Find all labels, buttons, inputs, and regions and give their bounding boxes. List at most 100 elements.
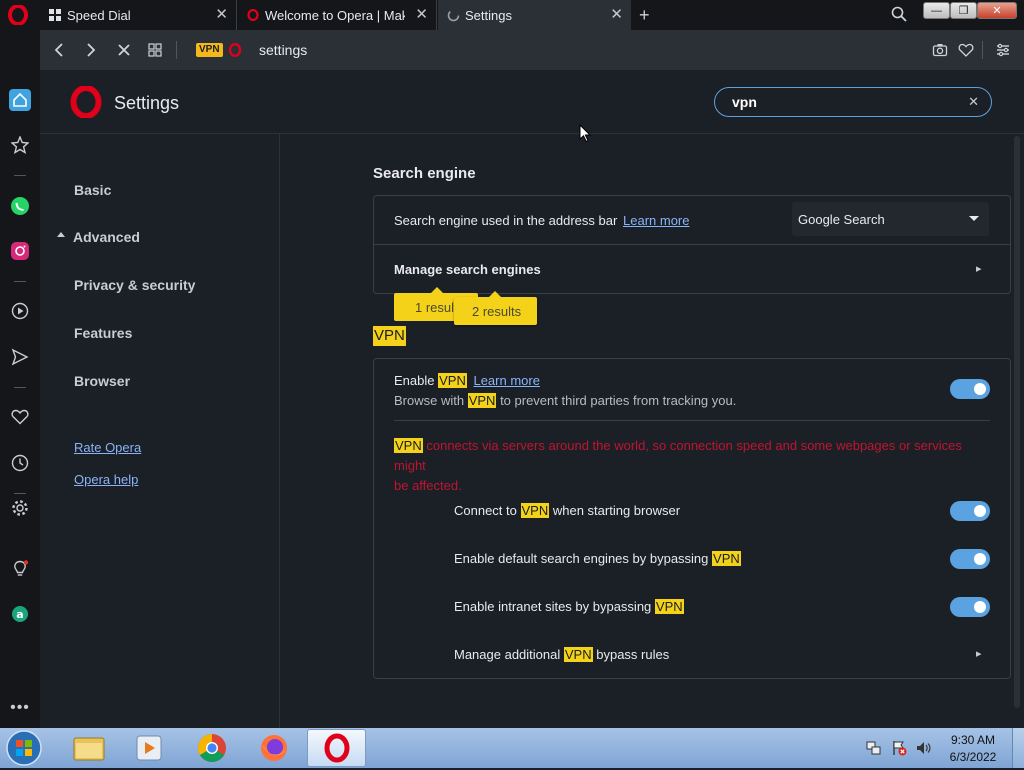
heart-bookmark-icon[interactable] [958, 42, 974, 58]
text: Browse with [394, 393, 465, 408]
nav-features[interactable]: Features [74, 325, 132, 341]
firefox-icon[interactable] [252, 731, 296, 765]
tab-welcome-opera[interactable]: Welcome to Opera | Make ✕ [238, 0, 437, 30]
nav-basic[interactable]: Basic [74, 182, 111, 198]
stop-icon[interactable] [114, 40, 134, 60]
manage-search-engines-label: Manage search engines [394, 262, 541, 277]
tray-action-center-icon[interactable] [891, 740, 907, 756]
clear-search-icon[interactable]: ✕ [968, 94, 979, 110]
search-engine-learn-more[interactable]: Learn more [623, 213, 689, 228]
home-icon[interactable] [8, 88, 32, 112]
search-engine-select[interactable]: Google Search [792, 202, 989, 236]
opera-page-icon [228, 42, 242, 58]
chevron-right-icon: ▸ [976, 263, 982, 275]
vpn-card: Enable VPN Learn more Browse with VPN to… [373, 358, 1011, 679]
heart-icon[interactable] [8, 405, 32, 429]
opera-help-link[interactable]: Opera help [74, 472, 138, 487]
connect-vpn-label: Connect to VPN when starting browser [454, 503, 680, 518]
explorer-icon[interactable] [67, 731, 111, 765]
nav-advanced[interactable]: Advanced [73, 229, 140, 245]
search-tabs-icon[interactable] [891, 6, 909, 24]
tray-date[interactable]: 6/3/2022 [945, 750, 1001, 764]
loading-icon [446, 8, 460, 22]
close-tab-icon[interactable]: ✕ [215, 7, 228, 23]
section-title-search-engine: Search engine [373, 165, 476, 182]
star-icon[interactable] [8, 133, 32, 157]
bypass-rules-row[interactable]: Manage additional VPN bypass rules ▸ [374, 633, 1010, 677]
tray-network-icon[interactable] [866, 740, 882, 756]
highlight: VPN [394, 438, 423, 453]
vpn-badge[interactable]: VPN [196, 43, 223, 57]
text: connects via servers around the world, s… [394, 438, 962, 473]
chrome-icon[interactable] [190, 731, 234, 765]
close-window-icon[interactable]: ✕ [977, 2, 1017, 19]
taskbar: 9:30 AM 6/3/2022 [0, 728, 1024, 768]
sidebar: a ••• [0, 30, 40, 728]
section-title-vpn: VPN [373, 326, 406, 346]
close-tab-icon[interactable]: ✕ [415, 7, 428, 23]
address-bar: VPN settings [40, 30, 1024, 70]
start-button[interactable] [4, 729, 44, 767]
tabs-grid-icon[interactable] [145, 40, 165, 60]
back-icon[interactable] [49, 40, 69, 60]
history-icon[interactable] [8, 451, 32, 475]
camera-icon[interactable] [932, 42, 948, 58]
new-tab-icon[interactable]: + [639, 5, 657, 25]
gear-icon[interactable] [8, 496, 32, 520]
forward-icon[interactable] [81, 40, 101, 60]
vpn-learn-more[interactable]: Learn more [473, 373, 539, 388]
rate-opera-link[interactable]: Rate Opera [74, 440, 141, 455]
highlight: VPN [712, 551, 741, 566]
tab-label: Settings [465, 7, 512, 23]
opera-menu-icon[interactable] [8, 4, 28, 26]
opera-taskbar-button[interactable] [307, 729, 366, 767]
sidebar-divider [14, 175, 26, 176]
minimize-icon[interactable]: — [923, 2, 950, 19]
easy-setup-icon[interactable] [995, 42, 1011, 58]
svg-text:a: a [16, 608, 23, 621]
enable-vpn-toggle[interactable] [950, 379, 990, 399]
nav-privacy-security[interactable]: Privacy & security [74, 277, 195, 293]
media-player-icon[interactable] [127, 731, 171, 765]
text: to prevent third parties from tracking y… [500, 393, 737, 408]
instagram-icon[interactable] [8, 239, 32, 263]
more-icon[interactable]: ••• [8, 696, 32, 720]
nav-browser[interactable]: Browser [74, 373, 130, 389]
tray-volume-icon[interactable] [915, 740, 931, 756]
search-engine-label: Search engine used in the address bar [394, 213, 618, 228]
aria-icon[interactable]: a [8, 602, 32, 626]
player-icon[interactable] [8, 299, 32, 323]
send-icon[interactable] [8, 345, 32, 369]
tab-label: Speed Dial [67, 7, 131, 23]
url-text[interactable]: settings [259, 42, 307, 58]
highlight: VPN [563, 647, 593, 662]
grid-icon [48, 8, 62, 22]
connect-vpn-toggle[interactable] [950, 501, 990, 521]
manage-search-engines-row[interactable]: Manage search engines ▸ [374, 245, 1010, 293]
chevron-right-icon: ▸ [976, 648, 982, 660]
toolbar-divider [982, 41, 983, 59]
bypass-intranet-toggle[interactable] [950, 597, 990, 617]
show-desktop-button[interactable] [1012, 728, 1024, 768]
tab-settings[interactable]: Settings ✕ [438, 0, 631, 30]
sidebar-divider [14, 281, 26, 282]
text: Connect to [454, 503, 517, 518]
page-title: Settings [114, 93, 180, 113]
bypass-rules-label: Manage additional VPN bypass rules [454, 647, 669, 662]
lightbulb-icon[interactable] [8, 557, 32, 581]
highlight: VPN [467, 393, 497, 408]
collapse-arrow-icon[interactable] [57, 232, 65, 237]
search-engine-card: Search engine used in the address bar Le… [373, 195, 1011, 294]
result-count: 1 resul [415, 300, 455, 315]
whatsapp-icon[interactable] [8, 194, 32, 218]
toolbar-divider [176, 41, 177, 59]
close-tab-icon[interactable]: ✕ [610, 7, 623, 23]
tab-speed-dial[interactable]: Speed Dial ✕ [40, 0, 237, 30]
sidebar-divider [14, 493, 26, 494]
bypass-search-engines-toggle[interactable] [950, 549, 990, 569]
vpn-description: Browse with VPN to prevent third parties… [394, 393, 736, 408]
settings-search-input[interactable]: vpn ✕ [714, 87, 992, 117]
restore-icon[interactable]: ❐ [950, 2, 977, 19]
scrollbar[interactable] [1014, 136, 1020, 708]
tray-time[interactable]: 9:30 AM [945, 733, 1001, 747]
